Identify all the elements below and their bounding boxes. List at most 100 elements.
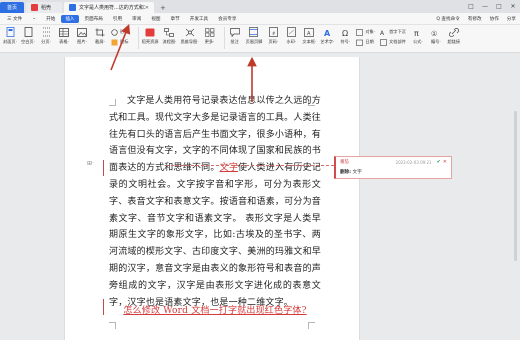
svg-text:A: A — [380, 30, 385, 36]
watermark-button[interactable]: 水印· — [284, 27, 298, 45]
menu-bar: 三 文件 ⌄ 开始 插入 页面布局 引用 审阅 视图 章节 开发工具 会员专享 … — [0, 13, 520, 25]
tab-document[interactable]: 文字是人类用符...达的方式和工具 ✕ — [64, 2, 154, 13]
tab-home[interactable]: 首页 — [0, 2, 24, 13]
mindmap-button[interactable]: 思维导图· — [180, 27, 199, 45]
resource-icon — [145, 27, 156, 37]
body-paragraph[interactable]: 文字是人类用符号记录表达信息以传之久远的方式和工具。现代文字大多是记录语言的工具… — [109, 93, 321, 311]
collaborate-button[interactable]: 协作 — [486, 15, 503, 23]
cover-page-button[interactable]: 封面页· — [3, 27, 17, 45]
object-button[interactable]: 对象· — [356, 27, 375, 37]
svg-text:#: # — [272, 31, 276, 36]
close-tab-icon[interactable]: ✕ — [145, 5, 149, 11]
watermark-icon — [286, 27, 297, 37]
docparts-icon — [380, 38, 387, 46]
insert-ribbon: 封面页· 空白页· 分页· 表格· 图片· 截屏· 形状· 图标 稻壳资源 流程 — [0, 25, 520, 53]
menu-developer[interactable]: 开发工具 — [186, 15, 212, 23]
wordart-button[interactable]: A 艺术字· — [320, 27, 334, 45]
numbering-button[interactable]: ① 编号· — [429, 27, 443, 45]
svg-text:①: ① — [431, 30, 437, 37]
svg-text:Ω: Ω — [342, 29, 348, 37]
menu-page-layout[interactable]: 页面布局 — [81, 15, 107, 23]
symbol-icon: Ω — [340, 27, 351, 37]
ribbon-separator — [223, 27, 225, 49]
page-number-icon: # — [268, 27, 279, 37]
maximize-button[interactable]: □ — [492, 3, 506, 10]
title-bar: 首页 稻壳 文字是人类用符...达的方式和工具 ✕ + □ — □ ✕ — [0, 0, 520, 13]
word-doc-icon — [69, 4, 76, 11]
accept-change-icon[interactable]: ✔ — [437, 159, 441, 165]
numbering-icon: ① — [430, 27, 441, 37]
link-icon — [448, 27, 459, 37]
svg-text:A: A — [307, 31, 311, 37]
search-command[interactable]: Q 查找命令 — [432, 15, 463, 23]
menu-review[interactable]: 审阅 — [128, 15, 145, 23]
comment-button[interactable]: 批注 — [228, 27, 242, 45]
menu-home[interactable]: 开始 — [42, 15, 59, 23]
menu-file[interactable]: 三 文件 — [3, 15, 26, 23]
dropcap-docparts-group: A 首字下沉 文档部件 — [380, 27, 406, 47]
window-controls: □ — □ ✕ — [464, 0, 520, 13]
menu-view[interactable]: 视图 — [147, 15, 164, 23]
screenshot-button[interactable]: 截屏· — [93, 27, 107, 45]
margin-corner-mark — [109, 322, 116, 329]
object-date-group: 对象· 日期 — [356, 27, 375, 47]
date-icon — [356, 39, 364, 46]
share-button[interactable]: 分享 — [503, 15, 520, 23]
window-tile-button[interactable]: □ — [464, 3, 478, 10]
paragraph-text-before: 文字是人类用符号记录表达信息以传之久远的方式和工具。现代文字大多是记录语言的工具… — [109, 96, 321, 174]
picture-button[interactable]: 图片· — [75, 27, 89, 45]
tab-home-label: 首页 — [6, 5, 17, 11]
formula-button[interactable]: π 公式· — [411, 27, 425, 45]
formula-icon: π — [412, 27, 423, 37]
textbox-button[interactable]: A 文本框· — [302, 27, 316, 45]
new-tab-button[interactable]: + — [156, 2, 170, 13]
blank-page-button[interactable]: 空白页· — [21, 27, 35, 45]
track-change-bar — [103, 160, 104, 176]
change-value: 文字 — [352, 170, 362, 175]
minimize-button[interactable]: — — [478, 3, 492, 10]
document-canvas[interactable]: ⊞· 文字是人类用符号记录表达信息以传之久远的方式和工具。现代文字大多是记录语言… — [0, 53, 520, 340]
change-type-label: 删除: — [340, 170, 352, 175]
shape-gallery-group: 形状· 图标 — [111, 27, 130, 47]
dropcap-button[interactable]: A 首字下沉 — [380, 27, 406, 37]
revision-balloon[interactable]: 番茄 2023-02-03 09:21 ✔ ✕ 删除: 文字 — [334, 156, 452, 179]
menu-sections[interactable]: 章节 — [167, 15, 184, 23]
paragraph-marker-icon: ⊞· — [87, 160, 94, 167]
page-break-button[interactable]: 分页· — [39, 27, 53, 45]
red-caption-text[interactable]: 怎么修改 Word 文档一打字就出现红色字体? — [109, 303, 321, 316]
cover-page-icon — [5, 27, 16, 37]
menu-references[interactable]: 引用 — [109, 15, 126, 23]
dropcap-icon: A — [380, 29, 387, 37]
hyperlink-button[interactable]: 超链接 — [447, 27, 461, 45]
textbox-icon: A — [304, 27, 315, 37]
tab-docer-label: 稻壳 — [41, 5, 52, 11]
menu-insert[interactable]: 插入 — [61, 14, 79, 23]
menu-member[interactable]: 会员专享 — [214, 15, 240, 23]
object-icon — [356, 28, 364, 36]
resource-button[interactable]: 稻壳资源 — [142, 27, 158, 45]
balloon-actions: ✔ ✕ — [435, 159, 447, 165]
svg-text:π: π — [414, 29, 419, 37]
mindmap-icon — [184, 27, 195, 37]
vertical-scrollbar[interactable] — [514, 111, 517, 261]
gallery-button[interactable]: 图标 — [111, 37, 130, 47]
document-page[interactable]: ⊞· 文字是人类用符号记录表达信息以传之久远的方式和工具。现代文字大多是记录语言… — [64, 57, 360, 340]
page-number-button[interactable]: # 页码· — [266, 27, 280, 45]
docer-logo-icon — [31, 4, 38, 11]
flowchart-button[interactable]: 流程图· — [162, 27, 176, 45]
svg-text:A: A — [324, 29, 331, 37]
reject-change-icon[interactable]: ✕ — [443, 159, 447, 165]
table-icon — [59, 27, 70, 37]
track-change-bar — [103, 299, 104, 315]
shape-button[interactable]: 形状· — [111, 27, 130, 37]
close-window-button[interactable]: ✕ — [506, 3, 520, 10]
date-button[interactable]: 日期 — [356, 37, 375, 47]
menu-quick-access[interactable]: ⌄ — [28, 15, 40, 22]
tab-docer[interactable]: 稻壳 — [26, 2, 62, 13]
more-button[interactable]: 更多· — [203, 27, 217, 45]
table-button[interactable]: 表格· — [57, 27, 71, 45]
margin-corner-mark — [308, 322, 315, 329]
symbol-button[interactable]: Ω 符号· — [338, 27, 352, 45]
docparts-button[interactable]: 文档部件 — [380, 37, 406, 47]
header-footer-button[interactable]: 页眉页脚 — [246, 27, 262, 45]
